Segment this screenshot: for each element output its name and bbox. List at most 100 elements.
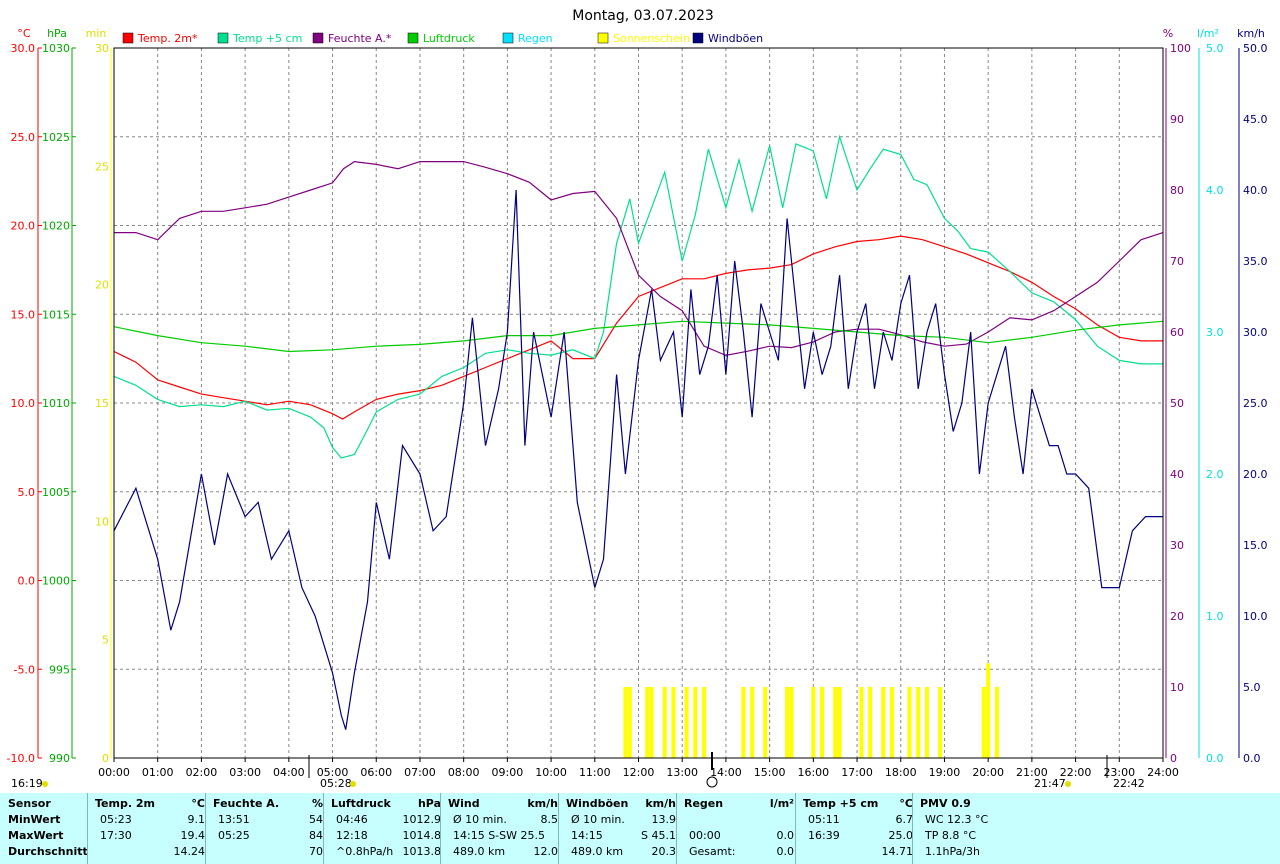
wind-tick-label: 50.0 bbox=[1243, 42, 1268, 55]
stat-label: TP 8.8 °C bbox=[925, 829, 977, 842]
stat-label: 1.1hPa/3h bbox=[925, 845, 981, 858]
x-tick-label: 09:00 bbox=[492, 766, 524, 779]
humidity-tick-label: 80 bbox=[1170, 184, 1184, 197]
pressure-tick-label: 1025 bbox=[42, 131, 70, 144]
sunshine-bar bbox=[820, 687, 825, 758]
wind-tick-label: 20.0 bbox=[1243, 468, 1268, 481]
x-tick-label: 14:00 bbox=[710, 766, 742, 779]
stat-value: 1014.8 bbox=[402, 829, 442, 842]
legend-swatch bbox=[692, 32, 704, 44]
humidity-tick-label: 40 bbox=[1170, 468, 1184, 481]
sunshine-bar bbox=[763, 687, 768, 758]
sun-tick-label: 20 bbox=[95, 279, 109, 292]
sunshine-bar bbox=[924, 687, 929, 758]
stat-value: 6.7 bbox=[895, 813, 914, 826]
sunshine-bar bbox=[837, 687, 842, 758]
legend-label: Sonnenschein bbox=[613, 32, 690, 45]
stat-value: 25.0 bbox=[888, 829, 914, 842]
stat-value: 12.0 bbox=[533, 845, 559, 858]
stat-value: 13.9 bbox=[651, 813, 677, 826]
x-tick-label: 08:00 bbox=[448, 766, 480, 779]
stat-value: 20.3 bbox=[651, 845, 677, 858]
column-unit: % bbox=[311, 797, 323, 810]
legend-swatch bbox=[407, 32, 419, 44]
legend-swatch bbox=[217, 32, 229, 44]
humidity-tick-label: 90 bbox=[1170, 113, 1184, 126]
temp-axis-unit: °C bbox=[17, 27, 31, 40]
sunshine-bar bbox=[811, 687, 816, 758]
humidity-axis-unit: % bbox=[1163, 27, 1173, 40]
x-tick-label: 07:00 bbox=[404, 766, 436, 779]
sunshine-bar bbox=[789, 687, 794, 758]
wind-tick-label: 35.0 bbox=[1243, 255, 1268, 268]
sunrise-marker bbox=[42, 781, 48, 787]
stat-value: 0.0 bbox=[776, 845, 795, 858]
sunshine-bar bbox=[750, 687, 755, 758]
legend-label: Regen bbox=[518, 32, 553, 45]
sunshine-bar bbox=[623, 687, 628, 758]
x-tick-label: 06:00 bbox=[360, 766, 392, 779]
rain-tick-label: 4.0 bbox=[1206, 184, 1224, 197]
humidity-tick-label: 70 bbox=[1170, 255, 1184, 268]
sunshine-bar bbox=[702, 687, 707, 758]
column-unit: km/h bbox=[527, 797, 558, 810]
x-tick-label: 19:00 bbox=[929, 766, 961, 779]
moonrise-marker bbox=[1065, 781, 1071, 787]
pressure-tick-label: 1010 bbox=[42, 397, 70, 410]
wind-tick-label: 0.0 bbox=[1243, 752, 1261, 765]
sunshine-bar bbox=[684, 687, 689, 758]
wind-tick-label: 15.0 bbox=[1243, 539, 1268, 552]
row-label: MinWert bbox=[8, 813, 61, 826]
legend-label: Windböen bbox=[708, 32, 763, 45]
rain-tick-label: 3.0 bbox=[1206, 326, 1224, 339]
sunshine-bar bbox=[890, 687, 895, 758]
x-tick-label: 24:00 bbox=[1147, 766, 1179, 779]
legend-swatch bbox=[312, 32, 324, 44]
humidity-tick-label: 10 bbox=[1170, 681, 1184, 694]
temp-tick-label: 25.0 bbox=[11, 131, 36, 144]
chart-legend: Temp. 2m* Temp +5 cm Feuchte A.* Luftdruck R… bbox=[122, 32, 763, 45]
sunshine-bar bbox=[627, 687, 632, 758]
sunset-marker bbox=[350, 781, 356, 787]
stat-value: 84 bbox=[309, 829, 323, 842]
temp-tick-label: 15.0 bbox=[11, 308, 36, 321]
column-unit: hPa bbox=[417, 797, 441, 810]
stat-value: 14.24 bbox=[173, 845, 206, 858]
pressure-tick-label: 1000 bbox=[42, 575, 70, 588]
humidity-tick-label: 20 bbox=[1170, 610, 1184, 623]
sunshine-bar bbox=[916, 687, 921, 758]
pressure-tick-label: 1005 bbox=[42, 486, 70, 499]
sun-tick-label: 15 bbox=[95, 397, 109, 410]
sunshine-bar bbox=[938, 687, 943, 758]
stat-value: 19.4 bbox=[180, 829, 206, 842]
humidity-tick-label: 0 bbox=[1170, 752, 1177, 765]
column-separator bbox=[676, 793, 677, 864]
statistics-table: Sensor MinWert MaxWert Durchschnitt Temp. 2m… bbox=[0, 793, 1280, 864]
sunshine-bar bbox=[868, 687, 873, 758]
temp-tick-label: 10.0 bbox=[11, 397, 36, 410]
stat-value: 8.5 bbox=[540, 813, 559, 826]
x-tick-label: 15:00 bbox=[754, 766, 786, 779]
temp-tick-label: 20.0 bbox=[11, 220, 36, 233]
sun-tick-label: 5 bbox=[102, 634, 109, 647]
sunshine-bar bbox=[907, 687, 912, 758]
rain-tick-label: 2.0 bbox=[1206, 468, 1224, 481]
humidity-tick-label: 30 bbox=[1170, 539, 1184, 552]
rain-tick-label: 5.0 bbox=[1206, 42, 1224, 55]
x-tick-label: 18:00 bbox=[885, 766, 917, 779]
temp-tick-label: -10.0 bbox=[7, 752, 35, 765]
temp-tick-label: -5.0 bbox=[14, 663, 35, 676]
sunshine-bar bbox=[833, 687, 838, 758]
legend-swatch bbox=[597, 32, 609, 44]
wind-tick-label: 30.0 bbox=[1243, 326, 1268, 339]
sunshine-bar bbox=[981, 687, 986, 758]
x-tick-label: 01:00 bbox=[142, 766, 174, 779]
x-tick-label: 00:00 bbox=[98, 766, 130, 779]
x-tick-label: 20:00 bbox=[972, 766, 1004, 779]
stat-value: S 45.1 bbox=[641, 829, 676, 842]
humidity-tick-label: 50 bbox=[1170, 397, 1184, 410]
pressure-axis-unit: hPa bbox=[47, 27, 67, 40]
row-label: MaxWert bbox=[8, 829, 64, 842]
sun-tick-label: 10 bbox=[95, 515, 109, 528]
wind-tick-label: 10.0 bbox=[1243, 610, 1268, 623]
